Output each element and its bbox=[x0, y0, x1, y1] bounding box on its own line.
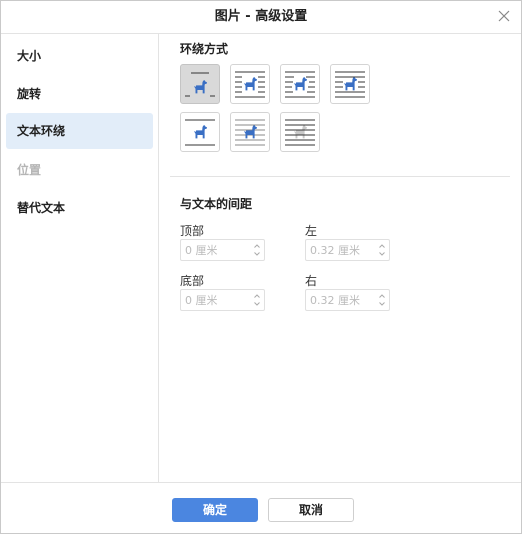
dialog-titlebar: 图片 - 高级设置 bbox=[1, 1, 521, 34]
distance-section-title: 与文本的间距 bbox=[180, 197, 253, 211]
wrap-option-tight[interactable] bbox=[280, 64, 320, 104]
sidebar-item-size[interactable]: 大小 bbox=[6, 38, 153, 74]
dialog-footer: 确定 取消 bbox=[1, 482, 521, 533]
settings-content: 环绕方式 与文本的间距 顶部 左 0 厘米 0.32 厘米 底部 右 0 厘米 … bbox=[160, 34, 521, 482]
in-front-wrap-icon bbox=[235, 119, 265, 146]
wrap-option-top-bottom[interactable] bbox=[180, 112, 220, 152]
dialog-title: 图片 - 高级设置 bbox=[214, 9, 308, 24]
left-distance-label: 左 bbox=[305, 224, 318, 238]
spin-arrows-icon[interactable] bbox=[378, 242, 386, 258]
sidebar-item-alt-text[interactable]: 替代文本 bbox=[6, 190, 153, 226]
wrap-option-in-front[interactable] bbox=[230, 112, 270, 152]
cancel-button[interactable]: 取消 bbox=[268, 498, 354, 522]
right-distance-label: 右 bbox=[305, 274, 318, 288]
wrap-option-inline[interactable] bbox=[180, 64, 220, 104]
close-button[interactable] bbox=[495, 7, 513, 25]
right-distance-stepper[interactable] bbox=[305, 289, 390, 311]
bottom-distance-label: 底部 bbox=[180, 274, 205, 288]
right-distance-input[interactable] bbox=[306, 290, 374, 310]
wrap-option-through[interactable] bbox=[330, 64, 370, 104]
tight-wrap-icon bbox=[285, 71, 315, 98]
section-divider bbox=[170, 176, 510, 177]
spin-arrows-icon[interactable] bbox=[378, 292, 386, 308]
top-distance-input[interactable] bbox=[181, 240, 249, 260]
wrap-option-behind[interactable] bbox=[280, 112, 320, 152]
spin-arrows-icon[interactable] bbox=[253, 292, 261, 308]
wrap-option-square[interactable] bbox=[230, 64, 270, 104]
ok-button[interactable]: 确定 bbox=[172, 498, 258, 522]
square-wrap-icon bbox=[235, 71, 265, 98]
bottom-distance-stepper[interactable] bbox=[180, 289, 265, 311]
left-distance-stepper[interactable] bbox=[305, 239, 390, 261]
spin-arrows-icon[interactable] bbox=[253, 242, 261, 258]
wrapping-section-title: 环绕方式 bbox=[180, 42, 229, 56]
left-distance-input[interactable] bbox=[306, 240, 374, 260]
advanced-settings-dialog: 图片 - 高级设置 大小 旋转 文本环绕 位置 替代文本 环绕方式 与文本的间距… bbox=[0, 0, 522, 534]
top-bottom-wrap-icon bbox=[185, 119, 215, 146]
sidebar-item-text-wrapping[interactable]: 文本环绕 bbox=[6, 113, 153, 149]
behind-wrap-icon bbox=[285, 119, 315, 146]
close-icon bbox=[498, 10, 510, 22]
sidebar-item-position: 位置 bbox=[17, 163, 42, 177]
inline-wrap-icon bbox=[185, 72, 215, 97]
top-distance-label: 顶部 bbox=[180, 224, 205, 238]
through-wrap-icon bbox=[335, 71, 365, 98]
top-distance-stepper[interactable] bbox=[180, 239, 265, 261]
bottom-distance-input[interactable] bbox=[181, 290, 249, 310]
settings-sidebar: 大小 旋转 文本环绕 位置 替代文本 bbox=[1, 34, 159, 482]
sidebar-item-rotation[interactable]: 旋转 bbox=[6, 76, 153, 112]
